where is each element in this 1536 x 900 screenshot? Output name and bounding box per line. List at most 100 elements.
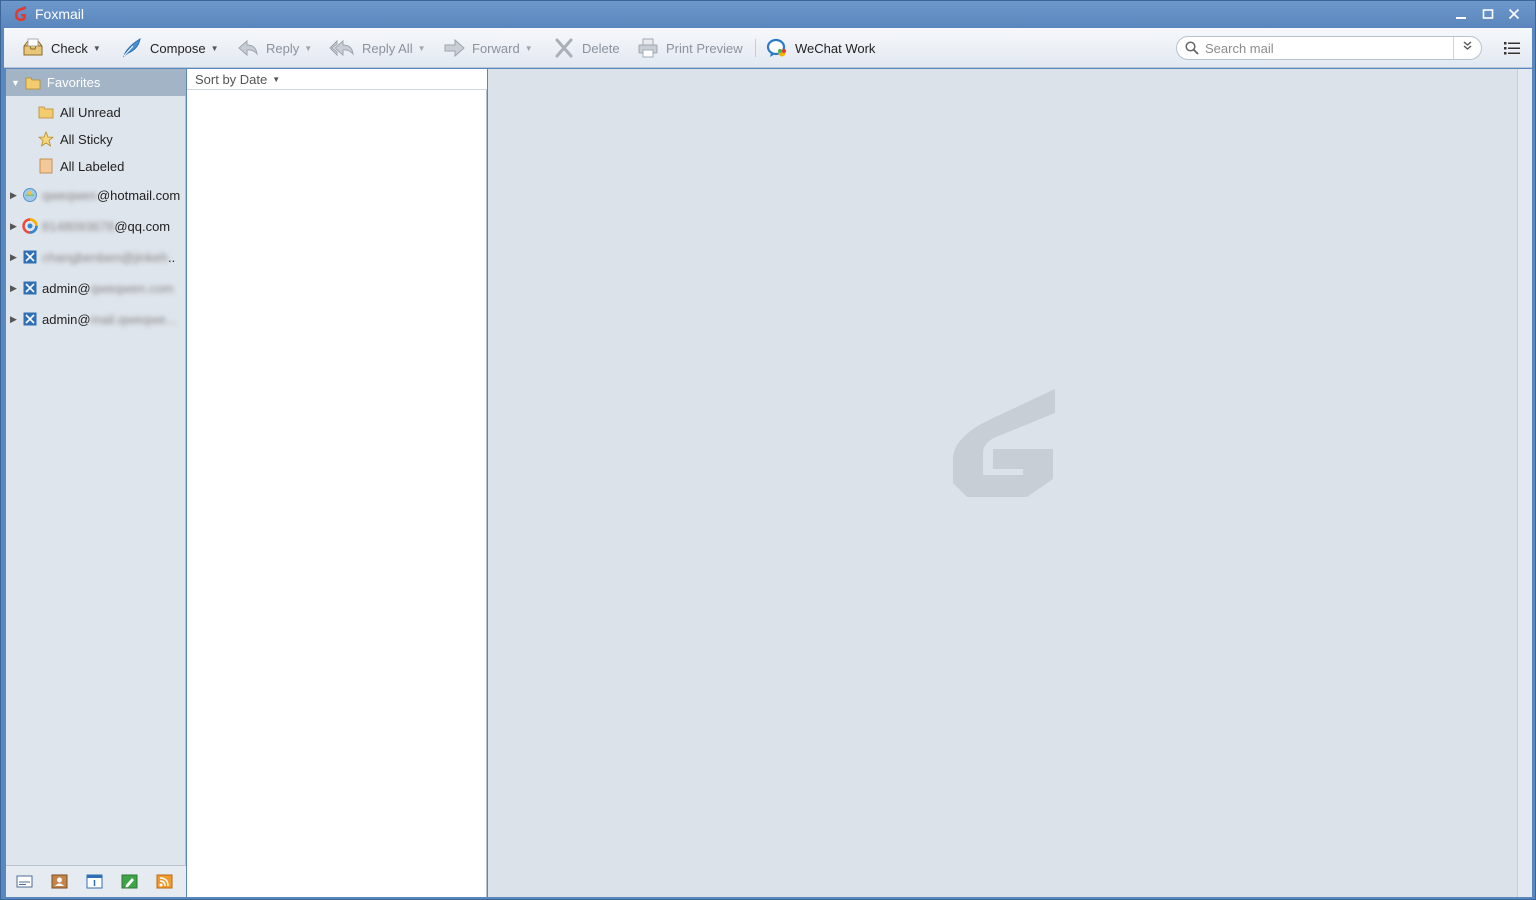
- folder-icon: [38, 106, 54, 119]
- check-dropdown-icon[interactable]: ▼: [93, 44, 101, 53]
- account-exchange-3[interactable]: ▶ admin@ mail.qweqwe...: [10, 307, 186, 331]
- printer-icon: [638, 38, 658, 58]
- rss-module-icon[interactable]: [156, 874, 173, 889]
- contacts-module-icon[interactable]: [51, 874, 68, 889]
- exchange-account-icon: [23, 281, 37, 295]
- forward-button[interactable]: Forward ▼: [443, 35, 533, 61]
- reply-all-arrow-icon: [329, 39, 354, 57]
- account-email-user: admin@: [42, 280, 91, 296]
- reply-all-button[interactable]: Reply All ▼: [329, 35, 426, 61]
- compose-dropdown-icon[interactable]: ▼: [211, 44, 219, 53]
- delete-icon: [555, 38, 573, 58]
- compose-label: Compose: [150, 40, 206, 56]
- mail-list-pane: Sort by Date ▼: [187, 69, 487, 897]
- favorite-label: All Unread: [60, 104, 121, 120]
- folder-icon: [25, 77, 41, 89]
- wechat-work-icon: [766, 38, 786, 57]
- minimize-button[interactable]: [1451, 5, 1471, 25]
- exchange-account-icon: [23, 250, 37, 264]
- sort-selector[interactable]: Sort by Date ▼: [187, 69, 487, 90]
- star-icon: [38, 131, 54, 147]
- favorites-header[interactable]: ▼ Favorites: [6, 69, 186, 96]
- forward-dropdown-icon[interactable]: ▼: [525, 44, 533, 53]
- account-email-user: admin@: [42, 311, 91, 327]
- maximize-button[interactable]: [1478, 5, 1498, 25]
- exchange-account-icon: [23, 312, 37, 326]
- label-icon: [39, 158, 53, 174]
- search-options-button[interactable]: [1453, 37, 1481, 59]
- hotmail-account-icon: [23, 188, 37, 202]
- notes-module-icon[interactable]: [121, 874, 138, 889]
- account-email-hidden: qweqwen: [42, 187, 97, 203]
- folder-sidebar: ▼ Favorites All Unread All Sticky All La…: [6, 69, 186, 897]
- toolbar: Check ▼ Compose ▼ Reply ▼ Reply All ▼ Fo…: [4, 28, 1532, 68]
- favorite-label: All Sticky: [60, 131, 113, 147]
- minimize-icon: [1456, 17, 1466, 19]
- search-box[interactable]: [1176, 36, 1482, 60]
- compose-button[interactable]: Compose ▼: [121, 35, 219, 61]
- check-mail-icon: [23, 38, 43, 56]
- title-bar[interactable]: Foxmail: [1, 1, 1535, 28]
- favorites-label: Favorites: [46, 75, 101, 90]
- mail-module-icon[interactable]: [16, 874, 33, 889]
- check-button[interactable]: Check ▼: [22, 35, 101, 61]
- forward-arrow-icon: [444, 38, 465, 58]
- chevron-down-icon: ▼: [272, 74, 281, 84]
- account-email-hidden: 8148093678: [42, 218, 115, 234]
- delete-label: Delete: [582, 40, 620, 56]
- search-input[interactable]: [1205, 40, 1445, 56]
- reply-button[interactable]: Reply ▼: [237, 35, 312, 61]
- delete-button[interactable]: Delete: [553, 35, 620, 61]
- collapse-triangle-icon[interactable]: ▼: [11, 78, 20, 88]
- account-hotmail[interactable]: ▶ qweqwen @hotmail.com: [10, 183, 186, 207]
- list-menu-icon: [1504, 42, 1520, 55]
- foxmail-logo-icon: [15, 6, 26, 21]
- double-chevron-down-icon: [1463, 41, 1472, 50]
- account-email-hidden: mail.qweqwe...: [90, 311, 177, 327]
- right-panel-edge: [1517, 69, 1532, 897]
- search-icon: [1185, 41, 1199, 55]
- expand-triangle-icon[interactable]: ▶: [10, 221, 22, 232]
- account-exchange-2[interactable]: ▶ admin@ qweqwen.com: [10, 276, 186, 300]
- main-menu-button[interactable]: [1503, 40, 1521, 56]
- print-preview-button[interactable]: Print Preview: [637, 35, 743, 61]
- print-preview-label: Print Preview: [666, 40, 743, 56]
- reply-arrow-icon: [238, 39, 258, 57]
- account-exchange-1[interactable]: ▶ changbenben@jinkeh..: [10, 245, 186, 269]
- check-label: Check: [51, 40, 88, 56]
- calendar-module-icon[interactable]: [86, 874, 103, 889]
- sort-label: Sort by Date: [195, 71, 268, 87]
- reply-label: Reply: [266, 40, 300, 56]
- toolbar-divider: [755, 39, 756, 57]
- account-email-domain: @qq.com: [114, 218, 171, 234]
- account-email-domain: @hotmail.com: [96, 187, 181, 203]
- wechat-work-label: WeChat Work: [795, 40, 876, 56]
- qq-account-icon: [22, 218, 38, 234]
- expand-triangle-icon[interactable]: ▶: [10, 283, 22, 294]
- account-email-ellipsis: ..: [167, 249, 176, 265]
- compose-feather-icon: [123, 37, 141, 58]
- wechat-work-button[interactable]: WeChat Work: [766, 35, 875, 61]
- forward-label: Forward: [472, 40, 520, 56]
- reply-all-dropdown-icon[interactable]: ▼: [418, 44, 426, 53]
- reading-pane: [488, 69, 1517, 897]
- reply-all-label: Reply All: [362, 40, 413, 56]
- favorite-all-labeled[interactable]: All Labeled: [38, 155, 124, 177]
- close-button[interactable]: [1504, 5, 1524, 25]
- maximize-icon: [1482, 9, 1494, 19]
- expand-triangle-icon[interactable]: ▶: [10, 252, 22, 263]
- close-icon: [1508, 8, 1520, 20]
- account-email-hidden: qweqwen.com: [90, 280, 174, 296]
- foxmail-watermark-icon: [953, 389, 1055, 497]
- favorite-all-sticky[interactable]: All Sticky: [38, 128, 113, 150]
- reply-dropdown-icon[interactable]: ▼: [304, 44, 312, 53]
- account-email-hidden: changbenben@jinkeh: [42, 249, 168, 265]
- favorite-all-unread[interactable]: All Unread: [38, 101, 121, 123]
- app-window: Foxmail Check ▼ Compose ▼ Reply ▼ Reply …: [0, 0, 1536, 900]
- module-switcher: [6, 865, 186, 897]
- window-title: Foxmail: [35, 6, 85, 22]
- expand-triangle-icon[interactable]: ▶: [10, 314, 22, 325]
- account-qq[interactable]: ▶ 8148093678 @qq.com: [10, 214, 186, 238]
- expand-triangle-icon[interactable]: ▶: [10, 190, 22, 201]
- favorite-label: All Labeled: [60, 158, 125, 174]
